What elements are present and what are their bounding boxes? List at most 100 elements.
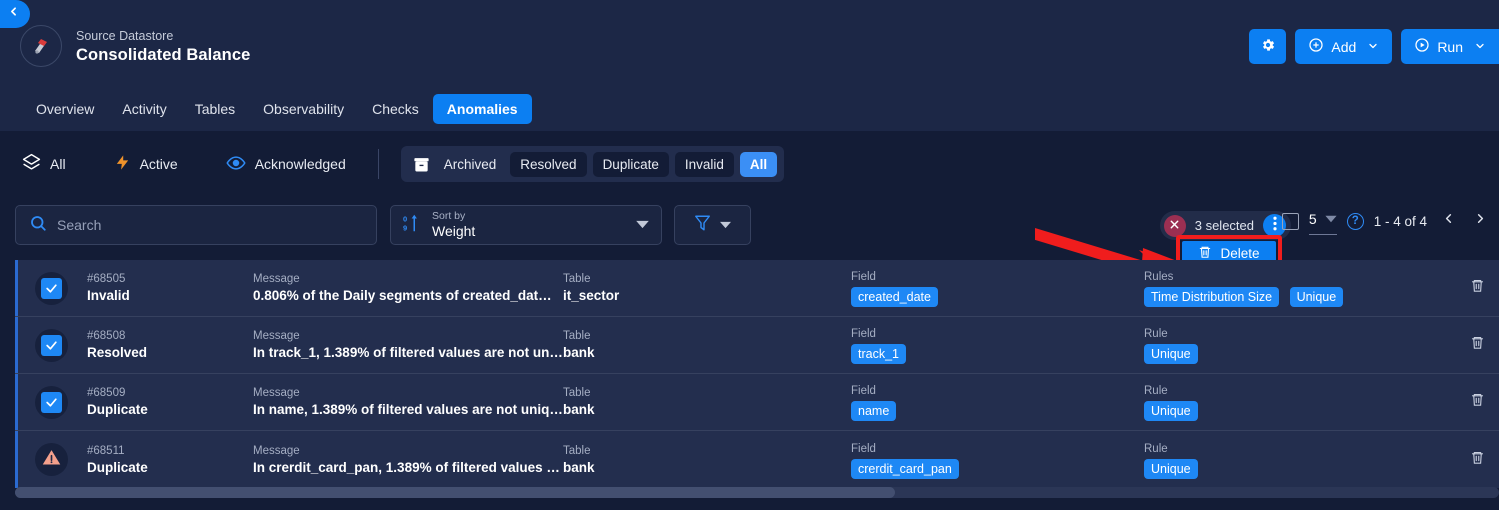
clear-selection-button[interactable] (1163, 214, 1186, 237)
rule-chip[interactable]: Unique (1144, 344, 1198, 364)
row-status-indicator (15, 328, 87, 362)
next-page-button[interactable] (1469, 210, 1491, 232)
row-id-cell: #68509 Duplicate (87, 385, 253, 419)
chevron-left-icon (1441, 211, 1456, 231)
row-message: 0.806% of the Daily segments of created_… (253, 288, 552, 303)
tab-checks[interactable]: Checks (358, 94, 433, 124)
segment-all[interactable]: All (739, 151, 778, 177)
row-rules-cell: Rules Time Distribution Size Unique (1144, 269, 1434, 307)
row-delete-button[interactable] (1434, 450, 1499, 470)
row-accent (15, 317, 18, 373)
chevron-down-icon (1367, 39, 1379, 55)
row-checkbox[interactable] (40, 277, 62, 299)
row-delete-button[interactable] (1434, 335, 1499, 355)
datastore-logo-icon (20, 25, 62, 67)
page-size-value: 5 (1308, 211, 1317, 227)
tab-tables[interactable]: Tables (181, 94, 249, 124)
table-row[interactable]: #68505 Invalid Message 0.806% of the Dai… (15, 260, 1499, 317)
row-status-indicator (15, 271, 87, 305)
row-checkbox[interactable] (40, 334, 62, 356)
add-button[interactable]: Add (1295, 29, 1393, 64)
row-delete-button[interactable] (1434, 392, 1499, 412)
row-table-cell: Table bank (563, 385, 851, 419)
breadcrumb: Source Datastore (76, 28, 174, 43)
pagination-controls: 5 ? 1 - 4 of 4 (1281, 210, 1491, 235)
chevron-right-icon (1473, 211, 1488, 231)
row-id: #68509 (87, 387, 126, 399)
row-table-cell: Table bank (563, 328, 851, 362)
run-button[interactable]: Run (1401, 29, 1499, 64)
search-box[interactable] (15, 205, 377, 245)
page-header: Source Datastore Consolidated Balance Ad… (0, 0, 1499, 86)
tab-activity[interactable]: Activity (108, 94, 180, 124)
row-accent (15, 260, 18, 316)
row-status-indicator (15, 443, 87, 476)
message-label: Message (253, 387, 300, 399)
rule-chip[interactable]: Unique (1144, 458, 1198, 479)
rule-chip[interactable]: Time Distribution Size (1144, 287, 1280, 307)
tab-anomalies[interactable]: Anomalies (432, 93, 532, 124)
tab-observability[interactable]: Observability (249, 94, 358, 124)
row-delete-button[interactable] (1434, 278, 1499, 298)
eye-icon (226, 153, 246, 176)
help-icon[interactable]: ? (1346, 212, 1364, 230)
rule-chip[interactable]: Unique (1289, 287, 1344, 307)
row-status: Resolved (87, 345, 148, 360)
row-checkbox[interactable] (40, 391, 62, 413)
segment-duplicate[interactable]: Duplicate (592, 151, 669, 177)
table-row[interactable]: #68511 Duplicate Message In crerdit_card… (15, 431, 1499, 488)
select-all-checkbox[interactable] (1281, 212, 1299, 230)
search-input[interactable] (57, 217, 347, 233)
row-message-cell: Message In crerdit_card_pan, 1.389% of f… (253, 443, 563, 477)
row-field-cell: Field name (851, 383, 1144, 421)
svg-text:0: 0 (403, 214, 407, 223)
scrollbar-thumb[interactable] (15, 487, 895, 498)
search-icon (29, 214, 47, 237)
status-segment-group: Archived Resolved Duplicate Invalid All (400, 146, 785, 182)
message-label: Message (253, 273, 300, 285)
page-size-select[interactable]: 5 (1308, 210, 1337, 235)
filter-all[interactable]: All (22, 153, 66, 175)
trash-icon (1470, 278, 1485, 298)
row-id: #68508 (87, 330, 126, 342)
plus-circle-icon (1308, 37, 1324, 56)
prev-page-button[interactable] (1437, 210, 1459, 232)
segment-invalid[interactable]: Invalid (674, 151, 734, 177)
caret-down-icon (636, 216, 649, 234)
field-label: Field (851, 271, 876, 283)
selected-count-label: 3 selected (1194, 218, 1254, 233)
row-id-cell: #68505 Invalid (87, 271, 253, 305)
table-label: Table (563, 330, 591, 342)
table-label: Table (563, 444, 591, 457)
page-title: Consolidated Balance (76, 45, 251, 64)
back-button[interactable] (0, 0, 30, 28)
archived-label: Archived (443, 156, 497, 172)
field-chip[interactable]: crerdit_card_pan (851, 458, 959, 479)
table-row[interactable]: #68509 Duplicate Message In name, 1.389%… (15, 374, 1499, 431)
horizontal-scrollbar[interactable] (15, 487, 1499, 498)
filter-acknowledged[interactable]: Acknowledged (226, 153, 346, 176)
table-row[interactable]: #68508 Resolved Message In track_1, 1.38… (15, 317, 1499, 374)
sort-by-select[interactable]: 09 Sort by Weight (390, 205, 662, 245)
anomalies-table: #68505 Invalid Message 0.806% of the Dai… (15, 260, 1499, 492)
brand: Source Datastore Consolidated Balance (20, 25, 250, 67)
row-table: bank (563, 345, 595, 360)
layers-icon (22, 153, 41, 175)
row-table-cell: Table bank (563, 443, 851, 477)
field-chip[interactable]: created_date (851, 287, 938, 307)
rules-label: Rule (1144, 442, 1168, 455)
segment-resolved[interactable]: Resolved (510, 151, 587, 177)
field-chip[interactable]: name (851, 401, 897, 421)
row-table: it_sector (563, 288, 620, 303)
row-id: #68511 (87, 444, 125, 457)
filter-active[interactable]: Active (114, 154, 178, 174)
close-icon (1169, 217, 1180, 235)
row-message-cell: Message In name, 1.389% of filtered valu… (253, 385, 563, 419)
field-chip[interactable]: track_1 (851, 344, 906, 364)
chevron-down-icon (1474, 39, 1486, 55)
gear-icon (1260, 37, 1276, 56)
filter-button[interactable] (674, 205, 751, 245)
rule-chip[interactable]: Unique (1144, 401, 1198, 421)
settings-button[interactable] (1249, 29, 1287, 64)
tab-overview[interactable]: Overview (22, 94, 108, 124)
